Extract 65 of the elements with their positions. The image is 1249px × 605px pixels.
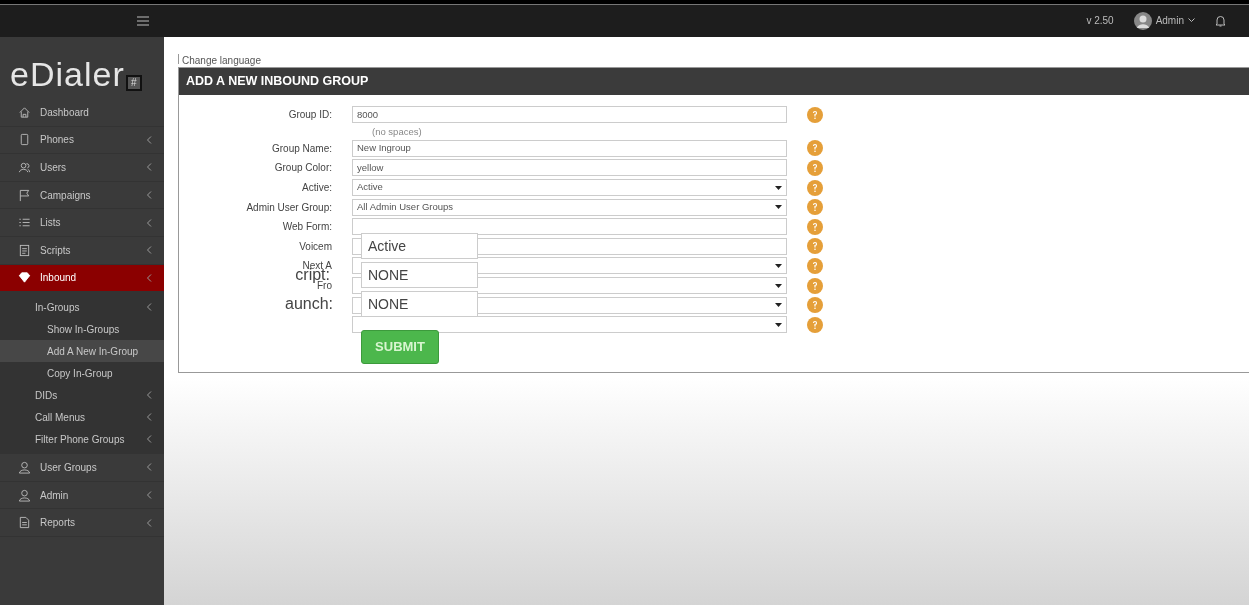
- select-field[interactable]: [352, 316, 787, 334]
- field-label: Active:: [301, 181, 333, 196]
- user-icon: [18, 488, 31, 502]
- select-field[interactable]: NONE: [361, 262, 478, 288]
- version-label: v 2.50: [1086, 14, 1114, 28]
- field-label: Admin User Group:: [245, 200, 333, 215]
- dropdown-caret-icon: [775, 303, 782, 308]
- submenu-item[interactable]: Call Menus: [0, 406, 164, 429]
- field-label: aunch:: [285, 295, 334, 312]
- help-icon[interactable]: [807, 140, 823, 157]
- submenu-item[interactable]: Add A New In-Group: [0, 340, 164, 363]
- home-icon: [18, 105, 31, 119]
- document-icon: [18, 243, 31, 257]
- submenu-item[interactable]: Filter Phone Groups: [0, 428, 164, 451]
- input-field[interactable]: 8000: [352, 106, 787, 124]
- field-label: Voicem: [298, 239, 333, 254]
- input-field[interactable]: [352, 218, 787, 236]
- dropdown-caret-icon: [775, 322, 782, 327]
- submenu-item[interactable]: Show In-Groups: [0, 318, 164, 341]
- dropdown-caret-icon: [775, 205, 782, 210]
- help-icon[interactable]: [807, 297, 823, 314]
- logo-badge: #: [125, 75, 142, 91]
- help-icon[interactable]: [807, 257, 823, 274]
- help-icon[interactable]: [807, 179, 823, 196]
- user-icon: [18, 460, 31, 474]
- input-field[interactable]: New Ingroup: [352, 139, 787, 157]
- field-label: Group Color:: [273, 161, 333, 176]
- dropdown-caret-icon: [775, 185, 782, 190]
- field-label: Group ID:: [287, 108, 333, 123]
- caret-icon: [1188, 18, 1195, 23]
- users-icon: [18, 161, 31, 174]
- form-title: ADD A NEW INBOUND GROUP: [179, 68, 1249, 95]
- diamond-icon: [18, 271, 31, 285]
- field-label: Fro: [317, 280, 333, 294]
- user-name: Admin: [1155, 14, 1184, 28]
- select-field[interactable]: All Admin User Groups: [352, 198, 787, 216]
- submenu-item[interactable]: DIDs: [0, 384, 164, 407]
- avatar-icon: [1133, 11, 1152, 30]
- field-label: Group Name:: [270, 141, 333, 156]
- help-icon[interactable]: [807, 316, 823, 333]
- change-language-link[interactable]: Change language: [182, 53, 261, 67]
- help-icon[interactable]: [807, 238, 823, 255]
- user-menu[interactable]: Admin: [1155, 13, 1195, 28]
- dropdown-caret-icon: [775, 283, 782, 288]
- help-icon[interactable]: [807, 160, 823, 176]
- select-field[interactable]: NONE: [361, 291, 478, 317]
- dropdown-caret-icon: [775, 263, 782, 268]
- help-icon[interactable]: [807, 218, 823, 235]
- logo: eDialer: [10, 57, 125, 91]
- submenu-item[interactable]: In-Groups: [0, 296, 164, 319]
- input-field[interactable]: yellow: [352, 159, 787, 177]
- phone-icon: [18, 133, 31, 147]
- submenu-item[interactable]: Copy In-Group: [0, 362, 164, 385]
- help-icon[interactable]: [807, 277, 823, 294]
- select-field[interactable]: Active: [361, 233, 478, 259]
- help-icon[interactable]: [807, 199, 823, 216]
- flag-icon: [18, 188, 31, 202]
- bell-icon[interactable]: [1215, 14, 1226, 27]
- field-label: Web Form:: [281, 220, 333, 235]
- help-icon[interactable]: [807, 106, 823, 123]
- sidebar-item[interactable]: Inbound: [0, 264, 164, 293]
- menu-icon[interactable]: [137, 15, 149, 26]
- hint-text: (no spaces): [372, 124, 423, 139]
- select-field[interactable]: Active: [352, 179, 787, 197]
- document-icon: [18, 516, 31, 530]
